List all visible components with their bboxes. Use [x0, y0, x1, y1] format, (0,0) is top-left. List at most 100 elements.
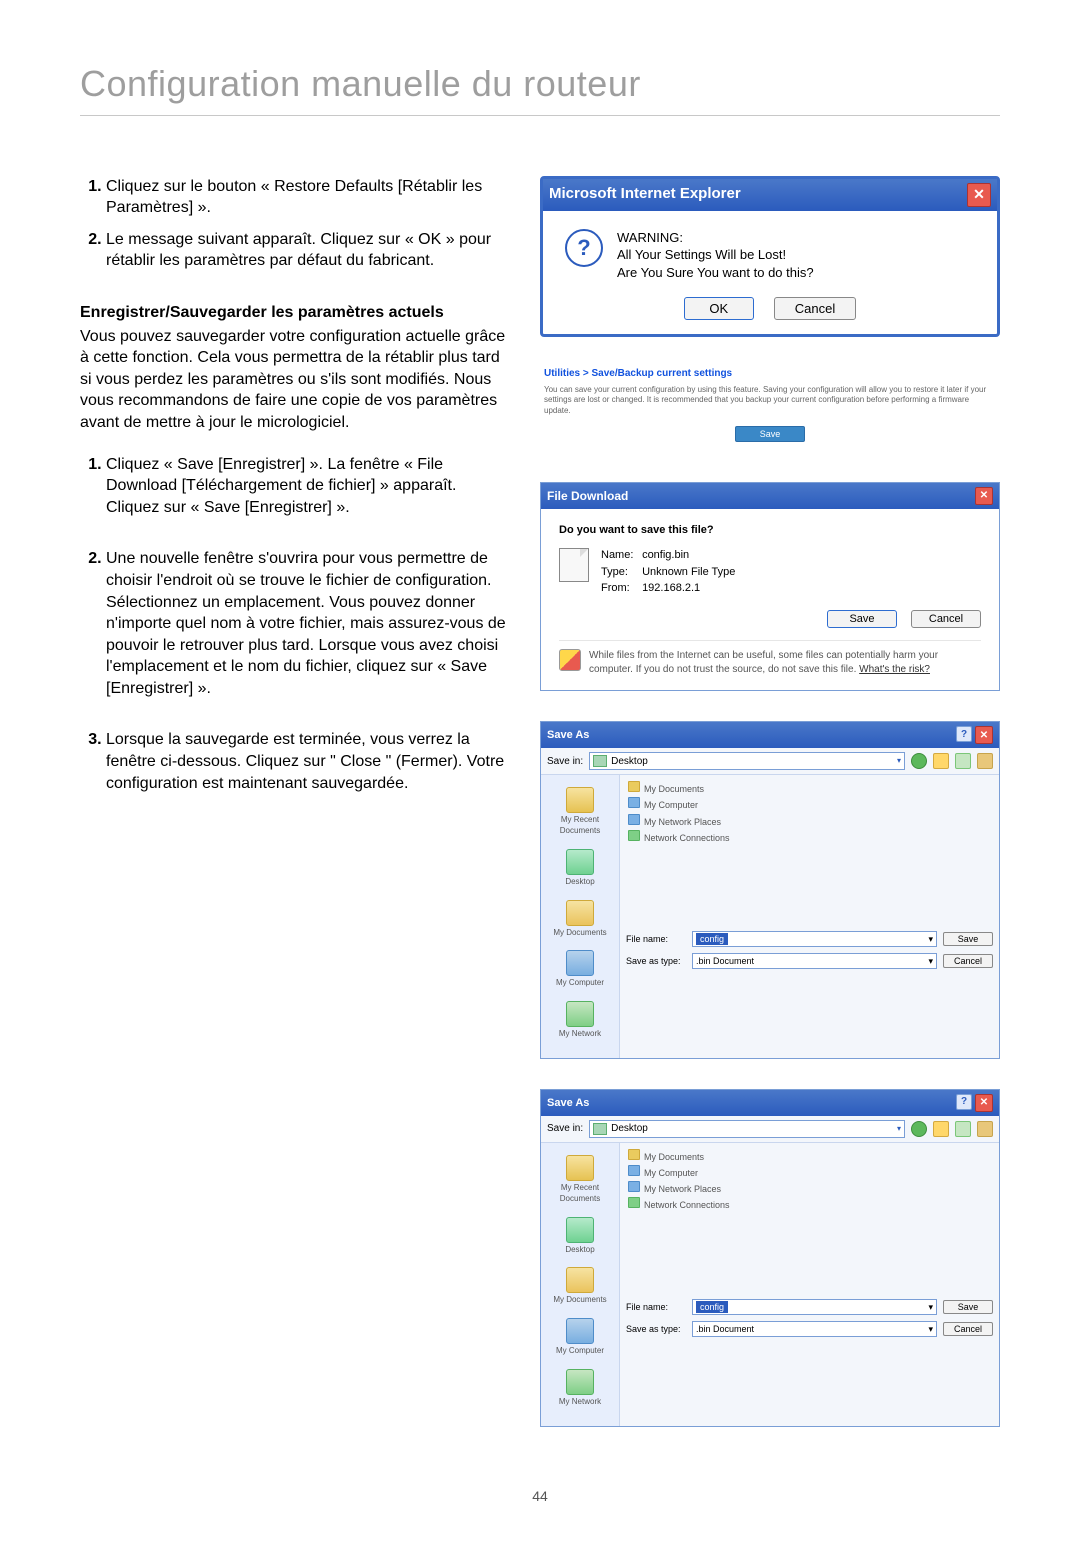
- save-step-3: Lorsque la sauvegarde est terminée, vous…: [106, 729, 510, 794]
- list-item[interactable]: My Network Places: [644, 817, 721, 827]
- my-network-label: My Network: [559, 1029, 601, 1038]
- ok-button[interactable]: OK: [684, 297, 754, 320]
- save-as-title: Save As: [547, 1096, 589, 1111]
- saveastype-label: Save as type:: [626, 1323, 686, 1335]
- chevron-down-icon: ▾: [897, 1124, 901, 1135]
- list-item[interactable]: My Computer: [644, 1168, 698, 1178]
- network-places-icon: [628, 814, 640, 825]
- network-connections-icon: [628, 1197, 640, 1208]
- up-icon[interactable]: [933, 753, 949, 769]
- filename-value: config: [696, 1301, 728, 1313]
- list-item[interactable]: My Documents: [644, 784, 704, 794]
- fd-from-value: 192.168.2.1: [642, 582, 700, 594]
- desktop-label: Desktop: [565, 877, 594, 886]
- question-icon: ?: [565, 229, 603, 267]
- filename-value: config: [696, 933, 728, 945]
- my-computer-icon[interactable]: [566, 950, 594, 976]
- my-computer-label: My Computer: [556, 1346, 604, 1355]
- recent-docs-icon[interactable]: [566, 1155, 594, 1181]
- file-download-prompt: Do you want to save this file?: [559, 523, 981, 538]
- close-icon[interactable]: ✕: [975, 487, 993, 505]
- utilities-breadcrumb: Utilities > Save/Backup current settings: [544, 367, 996, 381]
- close-icon[interactable]: ✕: [975, 1094, 993, 1112]
- close-icon[interactable]: ✕: [967, 183, 991, 207]
- utilities-desc: You can save your current configuration …: [544, 385, 996, 416]
- help-icon[interactable]: ?: [956, 726, 972, 742]
- list-item[interactable]: My Network Places: [644, 1184, 721, 1194]
- page-title: Configuration manuelle du routeur: [80, 60, 1000, 116]
- utilities-save-panel: Utilities > Save/Backup current settings…: [540, 367, 1000, 442]
- recent-docs-label: My Recent Documents: [560, 1183, 600, 1203]
- warning-line2: All Your Settings Will be Lost!: [617, 246, 814, 264]
- my-computer-icon[interactable]: [566, 1318, 594, 1344]
- my-documents-icon[interactable]: [566, 900, 594, 926]
- desktop-icon[interactable]: [566, 1217, 594, 1243]
- help-icon[interactable]: ?: [956, 1094, 972, 1110]
- save-in-dropdown[interactable]: Desktop ▾: [589, 752, 905, 770]
- fd-name-value: config.bin: [642, 549, 689, 561]
- filename-label: File name:: [626, 1301, 686, 1313]
- chevron-down-icon: ▾: [928, 1323, 933, 1335]
- back-icon[interactable]: [911, 753, 927, 769]
- view-menu-icon[interactable]: [977, 753, 993, 769]
- list-item[interactable]: My Computer: [644, 800, 698, 810]
- desktop-icon: [593, 755, 607, 767]
- file-download-save-button[interactable]: Save: [827, 610, 897, 628]
- cancel-button[interactable]: Cancel: [774, 297, 856, 320]
- view-menu-icon[interactable]: [977, 1121, 993, 1137]
- recent-docs-icon[interactable]: [566, 787, 594, 813]
- file-icon: [559, 548, 589, 582]
- save-as-title: Save As: [547, 728, 589, 743]
- file-download-cancel-button[interactable]: Cancel: [911, 610, 981, 628]
- save-in-value: Desktop: [611, 1122, 648, 1136]
- back-icon[interactable]: [911, 1121, 927, 1137]
- desktop-icon: [593, 1123, 607, 1135]
- my-documents-icon[interactable]: [566, 1267, 594, 1293]
- chevron-down-icon: ▾: [928, 955, 933, 967]
- save-button[interactable]: Save: [943, 1300, 993, 1314]
- folder-list[interactable]: My Documents My Computer My Network Plac…: [620, 775, 999, 927]
- fd-type-value: Unknown File Type: [642, 566, 735, 578]
- cancel-button[interactable]: Cancel: [943, 1322, 993, 1336]
- saveastype-dropdown[interactable]: .bin Document▾: [692, 1321, 937, 1337]
- folder-icon: [628, 1149, 640, 1160]
- save-as-dialog-2: Save As ? ✕ Save in: Desktop ▾ My: [540, 1089, 1000, 1427]
- fd-type-label: Type:: [601, 565, 639, 580]
- save-in-label: Save in:: [547, 755, 583, 769]
- save-button[interactable]: Save: [943, 932, 993, 946]
- intro-steps: Cliquez sur le bouton « Restore Defaults…: [80, 176, 510, 272]
- fd-from-label: From:: [601, 581, 639, 596]
- save-section-heading: Enregistrer/Sauvegarder les paramètres a…: [80, 302, 510, 324]
- list-item[interactable]: Network Connections: [644, 833, 730, 843]
- recent-docs-label: My Recent Documents: [560, 815, 600, 835]
- whats-the-risk-link[interactable]: What's the risk?: [859, 664, 930, 675]
- ie-dialog-title: Microsoft Internet Explorer: [549, 184, 741, 204]
- filename-input[interactable]: config▾: [692, 931, 937, 947]
- close-icon[interactable]: ✕: [975, 726, 993, 744]
- left-column: Cliquez sur le bouton « Restore Defaults…: [80, 176, 510, 1457]
- folder-list[interactable]: My Documents My Computer My Network Plac…: [620, 1143, 999, 1295]
- right-column: Microsoft Internet Explorer ✕ ? WARNING:…: [540, 176, 1000, 1457]
- desktop-icon[interactable]: [566, 849, 594, 875]
- up-icon[interactable]: [933, 1121, 949, 1137]
- my-documents-label: My Documents: [553, 928, 606, 937]
- file-download-dialog: File Download ✕ Do you want to save this…: [540, 482, 1000, 691]
- filename-input[interactable]: config▾: [692, 1299, 937, 1315]
- save-in-dropdown[interactable]: Desktop ▾: [589, 1120, 905, 1138]
- my-documents-label: My Documents: [553, 1295, 606, 1304]
- intro-step-2: Le message suivant apparaît. Cliquez sur…: [106, 229, 510, 272]
- save-in-value: Desktop: [611, 755, 648, 769]
- new-folder-icon[interactable]: [955, 753, 971, 769]
- shield-icon: [559, 649, 581, 671]
- utilities-save-button[interactable]: Save: [735, 426, 806, 442]
- my-network-icon[interactable]: [566, 1001, 594, 1027]
- list-item[interactable]: My Documents: [644, 1152, 704, 1162]
- save-steps: Cliquez « Save [Enregistrer] ». La fenêt…: [80, 454, 510, 795]
- file-download-title: File Download: [547, 488, 628, 504]
- saveastype-dropdown[interactable]: .bin Document▾: [692, 953, 937, 969]
- new-folder-icon[interactable]: [955, 1121, 971, 1137]
- save-step-2: Une nouvelle fenêtre s'ouvrira pour vous…: [106, 548, 510, 699]
- cancel-button[interactable]: Cancel: [943, 954, 993, 968]
- list-item[interactable]: Network Connections: [644, 1200, 730, 1210]
- my-network-icon[interactable]: [566, 1369, 594, 1395]
